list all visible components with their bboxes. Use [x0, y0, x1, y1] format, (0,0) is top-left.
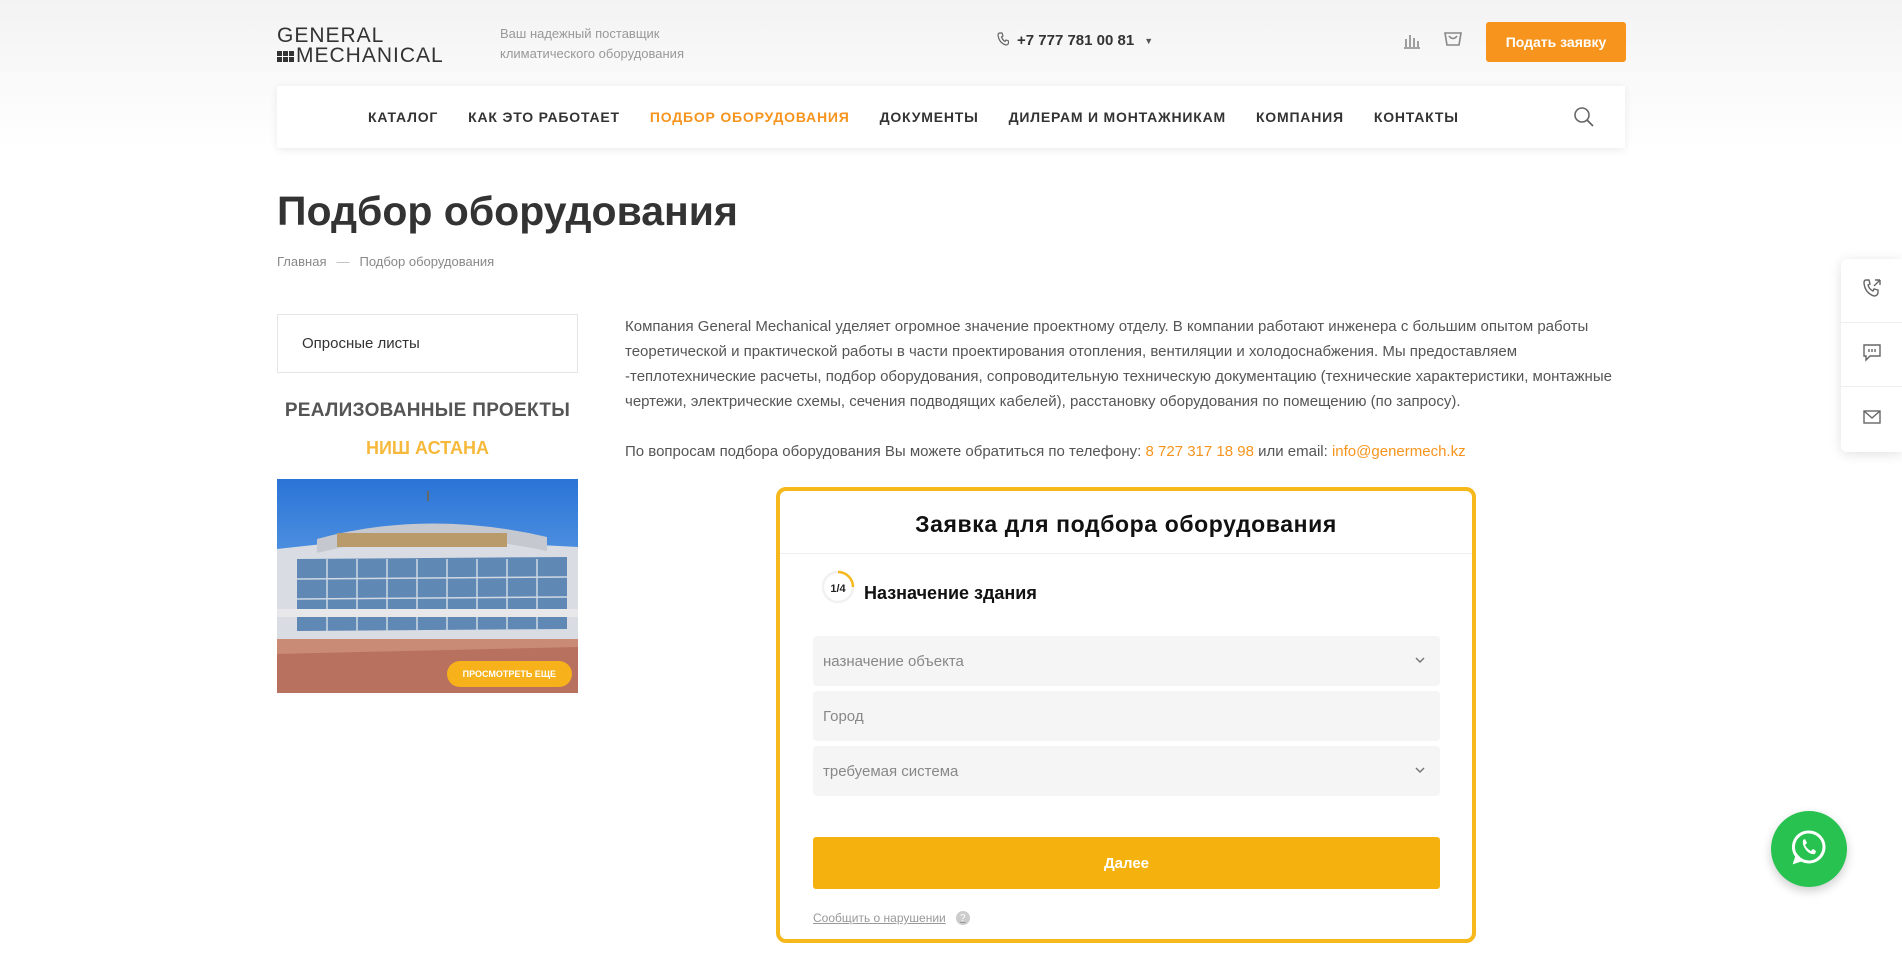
sidebar-item-questionnaires[interactable]: Опросные листы	[277, 314, 578, 373]
compare-chart-icon[interactable]	[1402, 30, 1424, 52]
purpose-select-placeholder: назначение объекта	[823, 652, 964, 670]
promo-subtitle: НИШ АСТАНА	[366, 438, 489, 458]
contact-paragraph: По вопросам подбора оборудования Вы може…	[625, 439, 1625, 464]
header: GENERAL MECHANICAL Ваш надежный поставщи…	[277, 0, 1626, 85]
logo-line2: MECHANICAL	[277, 44, 462, 67]
city-input[interactable]: Город	[813, 691, 1440, 741]
step-progress-ring: 1/4	[820, 569, 856, 605]
form-title: Заявка для подбора оборудования	[780, 491, 1472, 554]
view-more-button[interactable]: ПРОСМОТРЕТЬ ЕЩЕ	[446, 661, 572, 687]
page-title: Подбор оборудования	[277, 188, 738, 234]
callback-button[interactable]	[1841, 259, 1902, 323]
chevron-down-icon	[1414, 763, 1426, 775]
mail-icon	[1861, 406, 1883, 433]
logo-line1: GENERAL	[277, 24, 385, 47]
step-number: 1/4	[830, 583, 846, 595]
nav-item-equipment-selection[interactable]: ПОДБОР ОБОРУДОВАНИЯ	[650, 109, 850, 125]
contact-middle: или email:	[1253, 443, 1332, 460]
chat-icon	[1861, 341, 1883, 368]
promo-banner[interactable]: РЕАЛИЗОВАННЫЕ ПРОЕКТЫ НИШ АСТАНА ПРОСМОТ…	[277, 390, 578, 693]
intro-paragraph: Компания General Mechanical уделяет огро…	[625, 318, 1612, 410]
nav-item-dealers[interactable]: ДИЛЕРАМ И МОНТАЖНИКАМ	[1009, 109, 1226, 125]
phone-icon	[997, 32, 1010, 49]
nav-item-contacts[interactable]: КОНТАКТЫ	[1374, 109, 1459, 125]
logo-dots-icon	[277, 50, 294, 62]
nav-items: КАТАЛОГ КАК ЭТО РАБОТАЕТ ПОДБОР ОБОРУДОВ…	[368, 109, 1489, 125]
header-phone[interactable]: +7 777 781 00 81 ▼	[997, 32, 1153, 49]
logo-line2-text: MECHANICAL	[296, 44, 444, 67]
nav-item-catalog[interactable]: КАТАЛОГ	[368, 109, 438, 125]
form-step: 1/4 Назначение здания	[820, 569, 1037, 605]
contact-email-link[interactable]: info@genermech.kz	[1332, 443, 1466, 460]
chevron-down-icon	[1414, 653, 1426, 665]
chevron-down-icon[interactable]: ▼	[1144, 36, 1153, 46]
side-contact-widget	[1841, 259, 1902, 452]
cart-icon[interactable]	[1442, 28, 1464, 50]
system-select-placeholder: требуемая система	[823, 762, 959, 780]
whatsapp-icon	[1789, 827, 1829, 872]
report-violation-link[interactable]: Сообщить о нарушении ?	[813, 911, 970, 925]
email-button[interactable]	[1841, 387, 1902, 451]
step-label: Назначение здания	[864, 582, 1037, 603]
phone-callback-icon	[1861, 277, 1883, 304]
system-select[interactable]: требуемая система	[813, 746, 1440, 796]
request-button[interactable]: Подать заявку	[1486, 22, 1626, 62]
content-text: Компания General Mechanical уделяет огро…	[625, 314, 1625, 464]
chat-button[interactable]	[1841, 323, 1902, 387]
equipment-request-form: Заявка для подбора оборудования 1/4 Назн…	[776, 487, 1476, 943]
next-button[interactable]: Далее	[813, 837, 1440, 889]
search-icon[interactable]	[1573, 106, 1595, 128]
breadcrumb-home[interactable]: Главная	[277, 254, 326, 269]
purpose-select[interactable]: назначение объекта	[813, 636, 1440, 686]
nav-item-company[interactable]: КОМПАНИЯ	[1256, 109, 1344, 125]
phone-number[interactable]: +7 777 781 00 81	[1017, 32, 1134, 49]
contact-prefix: По вопросам подбора оборудования Вы може…	[625, 443, 1146, 460]
breadcrumb: Главная — Подбор оборудования	[277, 254, 494, 269]
nav-item-documents[interactable]: ДОКУМЕНТЫ	[880, 109, 979, 125]
main-nav: КАТАЛОГ КАК ЭТО РАБОТАЕТ ПОДБОР ОБОРУДОВ…	[277, 86, 1625, 148]
contact-phone-link[interactable]: 8 727 317 18 98	[1146, 443, 1254, 460]
logo[interactable]: GENERAL MECHANICAL	[277, 24, 462, 66]
nav-item-how-it-works[interactable]: КАК ЭТО РАБОТАЕТ	[468, 109, 620, 125]
whatsapp-button[interactable]	[1771, 811, 1847, 887]
promo-title: РЕАЛИЗОВАННЫЕ ПРОЕКТЫ	[284, 400, 571, 421]
tagline: Ваш надежный поставщик климатического об…	[500, 24, 720, 64]
city-input-placeholder: Город	[823, 707, 864, 725]
tagline-line1: Ваш надежный поставщик	[500, 26, 660, 41]
breadcrumb-current: Подбор оборудования	[359, 254, 495, 269]
promo-building-image: ПРОСМОТРЕТЬ ЕЩЕ	[277, 479, 578, 693]
help-icon[interactable]: ?	[955, 911, 970, 925]
tagline-line2: климатического оборудования	[500, 46, 684, 61]
breadcrumb-separator: —	[336, 254, 350, 269]
report-violation-text[interactable]: Сообщить о нарушении	[813, 911, 946, 925]
